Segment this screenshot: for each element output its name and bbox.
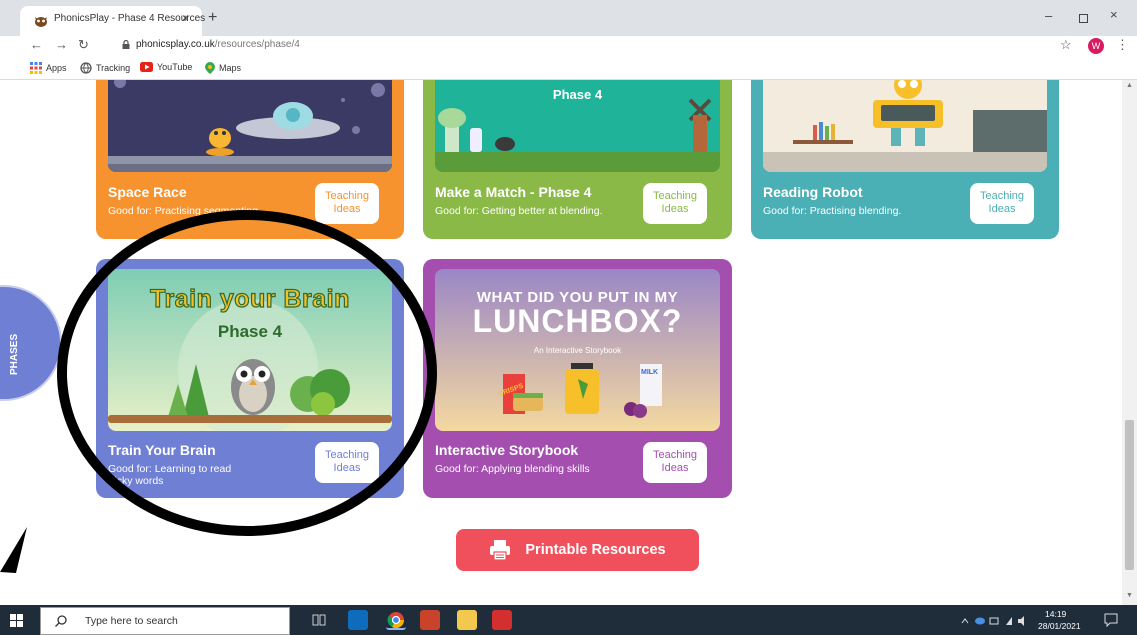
address-bar[interactable]: phonicsplay.co.uk/resources/phase/4 xyxy=(136,39,300,50)
powerpoint-app-icon[interactable] xyxy=(420,610,440,630)
annotation-arrow-icon xyxy=(0,527,27,573)
window-maximize-button[interactable] xyxy=(1079,14,1088,23)
bookmark-youtube[interactable]: YouTube xyxy=(140,62,192,72)
scroll-up-arrow-icon[interactable]: ▲ xyxy=(1126,82,1133,89)
windows-start-icon[interactable] xyxy=(10,614,23,627)
bookmark-star-icon[interactable]: ☆ xyxy=(1060,37,1072,53)
tab-close-icon[interactable]: × xyxy=(182,11,189,25)
apps-grid-icon xyxy=(30,62,42,74)
bookmarks-bar: Apps Tracking YouTube Maps xyxy=(0,58,1137,80)
clock-time[interactable]: 14:19 xyxy=(1045,609,1066,619)
windows-taskbar: Type here to search 14:19 28/01/2021 xyxy=(0,605,1137,635)
search-placeholder: Type here to search xyxy=(85,615,178,627)
system-tray-icons[interactable] xyxy=(960,615,1030,627)
new-tab-button[interactable]: + xyxy=(208,9,217,27)
browser-menu-icon[interactable]: ⋮ xyxy=(1116,37,1129,53)
taskbar-search-box[interactable]: Type here to search xyxy=(40,607,290,635)
lock-icon xyxy=(122,40,130,49)
bookmark-apps[interactable]: Apps xyxy=(30,62,67,74)
browser-tab-strip: PhonicsPlay - Phase 4 Resources × + – × xyxy=(0,0,1137,36)
acrobat-app-icon[interactable] xyxy=(492,610,512,630)
chrome-app-icon[interactable] xyxy=(386,610,406,630)
forward-arrow-icon[interactable]: → xyxy=(55,37,68,52)
page-scrollbar[interactable]: ▲ ▼ xyxy=(1122,80,1137,605)
browser-tab[interactable]: PhonicsPlay - Phase 4 Resources × xyxy=(20,6,205,36)
maps-pin-icon xyxy=(205,62,215,74)
globe-icon xyxy=(80,62,92,74)
clock-date[interactable]: 28/01/2021 xyxy=(1038,621,1081,631)
search-icon xyxy=(55,615,67,627)
reload-icon[interactable]: ↻ xyxy=(78,37,89,53)
scroll-thumb[interactable] xyxy=(1125,420,1134,570)
task-view-icon[interactable] xyxy=(312,613,326,627)
page-content: Space Race Good for: Practising segmenti… xyxy=(0,80,1122,605)
scroll-down-arrow-icon[interactable]: ▼ xyxy=(1126,592,1133,599)
window-minimize-button[interactable]: – xyxy=(1045,8,1052,23)
bookmark-label: Maps xyxy=(219,63,242,73)
profile-avatar[interactable]: W xyxy=(1088,38,1104,54)
url-host: phonicsplay.co.uk xyxy=(136,39,215,50)
annotation-circle xyxy=(57,210,437,536)
youtube-icon xyxy=(140,62,153,72)
bookmark-label: Tracking xyxy=(96,63,131,73)
url-path: /resources/phase/4 xyxy=(214,39,300,50)
back-arrow-icon[interactable]: ← xyxy=(30,37,43,52)
file-explorer-app-icon[interactable] xyxy=(457,610,477,630)
outlook-app-icon[interactable] xyxy=(348,610,368,630)
notification-icon[interactable] xyxy=(1104,613,1118,627)
browser-toolbar: ← → ↻ phonicsplay.co.uk/resources/phase/… xyxy=(0,36,1137,58)
bookmark-label: YouTube xyxy=(157,62,193,72)
phonicsplay-favicon-icon xyxy=(35,17,47,27)
bookmark-maps[interactable]: Maps xyxy=(205,62,241,74)
bookmark-label: Apps xyxy=(46,63,67,73)
annotation-overlay xyxy=(0,210,437,573)
bookmark-tracking[interactable]: Tracking xyxy=(80,62,130,74)
window-close-button[interactable]: × xyxy=(1110,7,1118,22)
